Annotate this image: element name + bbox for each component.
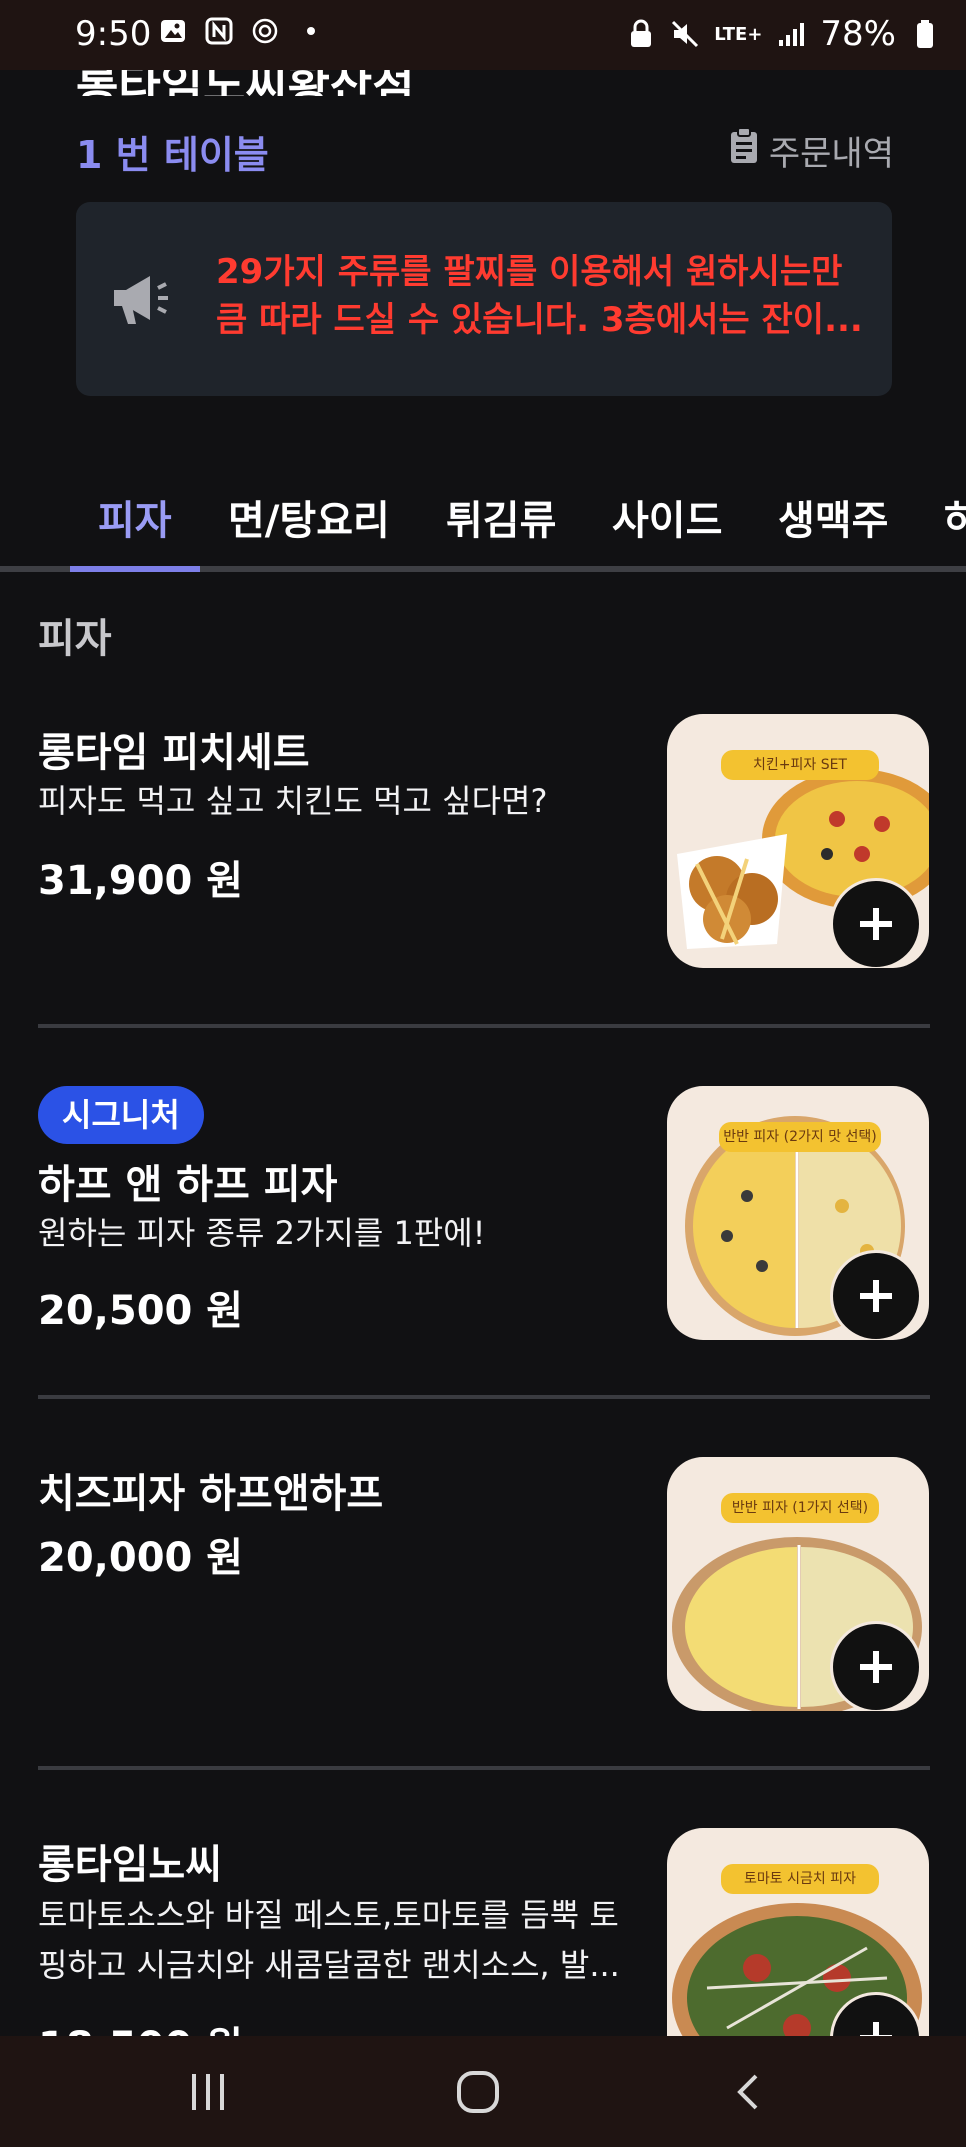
item-price: 20,000 원	[38, 1535, 244, 1581]
image-tag: 반반 피자 (2가지 맛 선택)	[719, 1122, 881, 1152]
item-price: 20,500 원	[38, 1288, 244, 1334]
signature-badge: 시그니처	[38, 1086, 204, 1144]
status-icons-right: LTE+ 78%	[626, 14, 940, 54]
tab-side[interactable]: 사이드	[612, 488, 722, 546]
active-tab-indicator	[70, 566, 200, 572]
image-tag: 반반 피자 (1가지 선택)	[721, 1493, 879, 1523]
notice-banner[interactable]: 29가지 주류를 팔찌를 이용해서 원하시는만큼 따라 드실 수 있습니다. 3…	[76, 202, 892, 396]
home-icon	[457, 2071, 499, 2113]
gallery-icon	[158, 16, 188, 46]
lte-icon: LTE+	[714, 23, 763, 45]
item-divider	[38, 1766, 930, 1770]
battery-icon	[910, 19, 940, 49]
dot-icon	[296, 16, 326, 46]
add-to-cart-button[interactable]	[830, 1250, 922, 1340]
item-name: 치즈피자 하프앤하프	[38, 1471, 384, 1517]
item-description: 토마토소스와 바질 페스토,토마토를 듬뿍 토핑하고 시금치와 새콤달콤한 랜치…	[38, 1896, 620, 1984]
item-image[interactable]: 치킨+피자 SET	[667, 714, 929, 968]
tab-draft-beer[interactable]: 생맥주	[778, 488, 888, 546]
recent-apps-icon	[192, 2074, 224, 2110]
item-divider	[38, 1395, 930, 1399]
item-name: 롱타임 피치세트	[38, 730, 310, 776]
clipboard-icon	[729, 127, 759, 174]
item-description: 피자도 먹고 싶고 치킨도 먹고 싶다면?	[38, 782, 548, 820]
item-name: 롱타임노씨	[38, 1842, 222, 1888]
plus-icon	[860, 1651, 892, 1683]
item-image[interactable]: 반반 피자 (2가지 맛 선택)	[667, 1086, 929, 1340]
recent-apps-button[interactable]	[178, 2062, 238, 2122]
tab-more[interactable]: 하	[944, 488, 966, 546]
section-title: 피자	[38, 616, 112, 662]
menu-item[interactable]: 치즈피자 하프앤하프 20,000 원 반반 피자 (1가지 선택)	[0, 1457, 966, 1717]
table-number: 1 번 테이블	[76, 133, 269, 177]
tab-noodles-soup[interactable]: 면/탕요리	[228, 488, 390, 546]
back-button[interactable]	[720, 2062, 780, 2122]
menu-item[interactable]: 시그니처 하프 앤 하프 피자 원하는 피자 종류 2가지를 1판에! 20,5…	[0, 1086, 966, 1346]
chatgpt-icon	[250, 16, 280, 46]
category-tabs: 피자 면/탕요리 튀김류 사이드 생맥주 하	[0, 470, 966, 572]
back-icon	[737, 2074, 758, 2110]
battery-percent: 78%	[820, 14, 896, 54]
add-to-cart-button[interactable]	[830, 1621, 922, 1711]
image-tag: 치킨+피자 SET	[721, 750, 879, 780]
item-name: 하프 앤 하프 피자	[38, 1162, 338, 1208]
tab-fried[interactable]: 튀김류	[446, 488, 556, 546]
home-button[interactable]	[448, 2062, 508, 2122]
item-description: 원하는 피자 종류 2가지를 1판에!	[38, 1214, 486, 1252]
mute-icon	[670, 19, 700, 49]
image-tag: 토마토 시금치 피자	[721, 1864, 879, 1894]
item-divider	[38, 1024, 930, 1028]
status-time: 9:50	[75, 14, 152, 54]
notice-text: 29가지 주류를 팔찌를 이용해서 원하시는만큼 따라 드실 수 있습니다. 3…	[216, 252, 863, 340]
item-price: 31,900 원	[38, 858, 244, 904]
order-history-button[interactable]: 주문내역	[729, 126, 894, 175]
megaphone-icon	[108, 266, 172, 330]
status-bar: 9:50 LTE+ 78%	[0, 0, 966, 70]
menu-item[interactable]: 롱타임노씨 토마토소스와 바질 페스토,토마토를 듬뿍 토핑하고 시금치와 새콤…	[0, 1828, 966, 2082]
add-to-cart-button[interactable]	[830, 878, 922, 968]
plus-icon	[860, 908, 892, 940]
system-navigation-bar	[0, 2036, 966, 2147]
menu-item[interactable]: 롱타임 피치세트 피자도 먹고 싶고 치킨도 먹고 싶다면? 31,900 원 …	[0, 714, 966, 984]
nfc-icon	[204, 16, 234, 46]
order-history-label: 주문내역	[768, 134, 894, 174]
item-image[interactable]: 반반 피자 (1가지 선택)	[667, 1457, 929, 1711]
tab-pizza[interactable]: 피자	[98, 488, 172, 546]
plus-icon	[860, 1280, 892, 1312]
signal-icon	[776, 19, 806, 49]
status-icons-left	[158, 16, 326, 46]
vpn-icon	[626, 19, 656, 49]
